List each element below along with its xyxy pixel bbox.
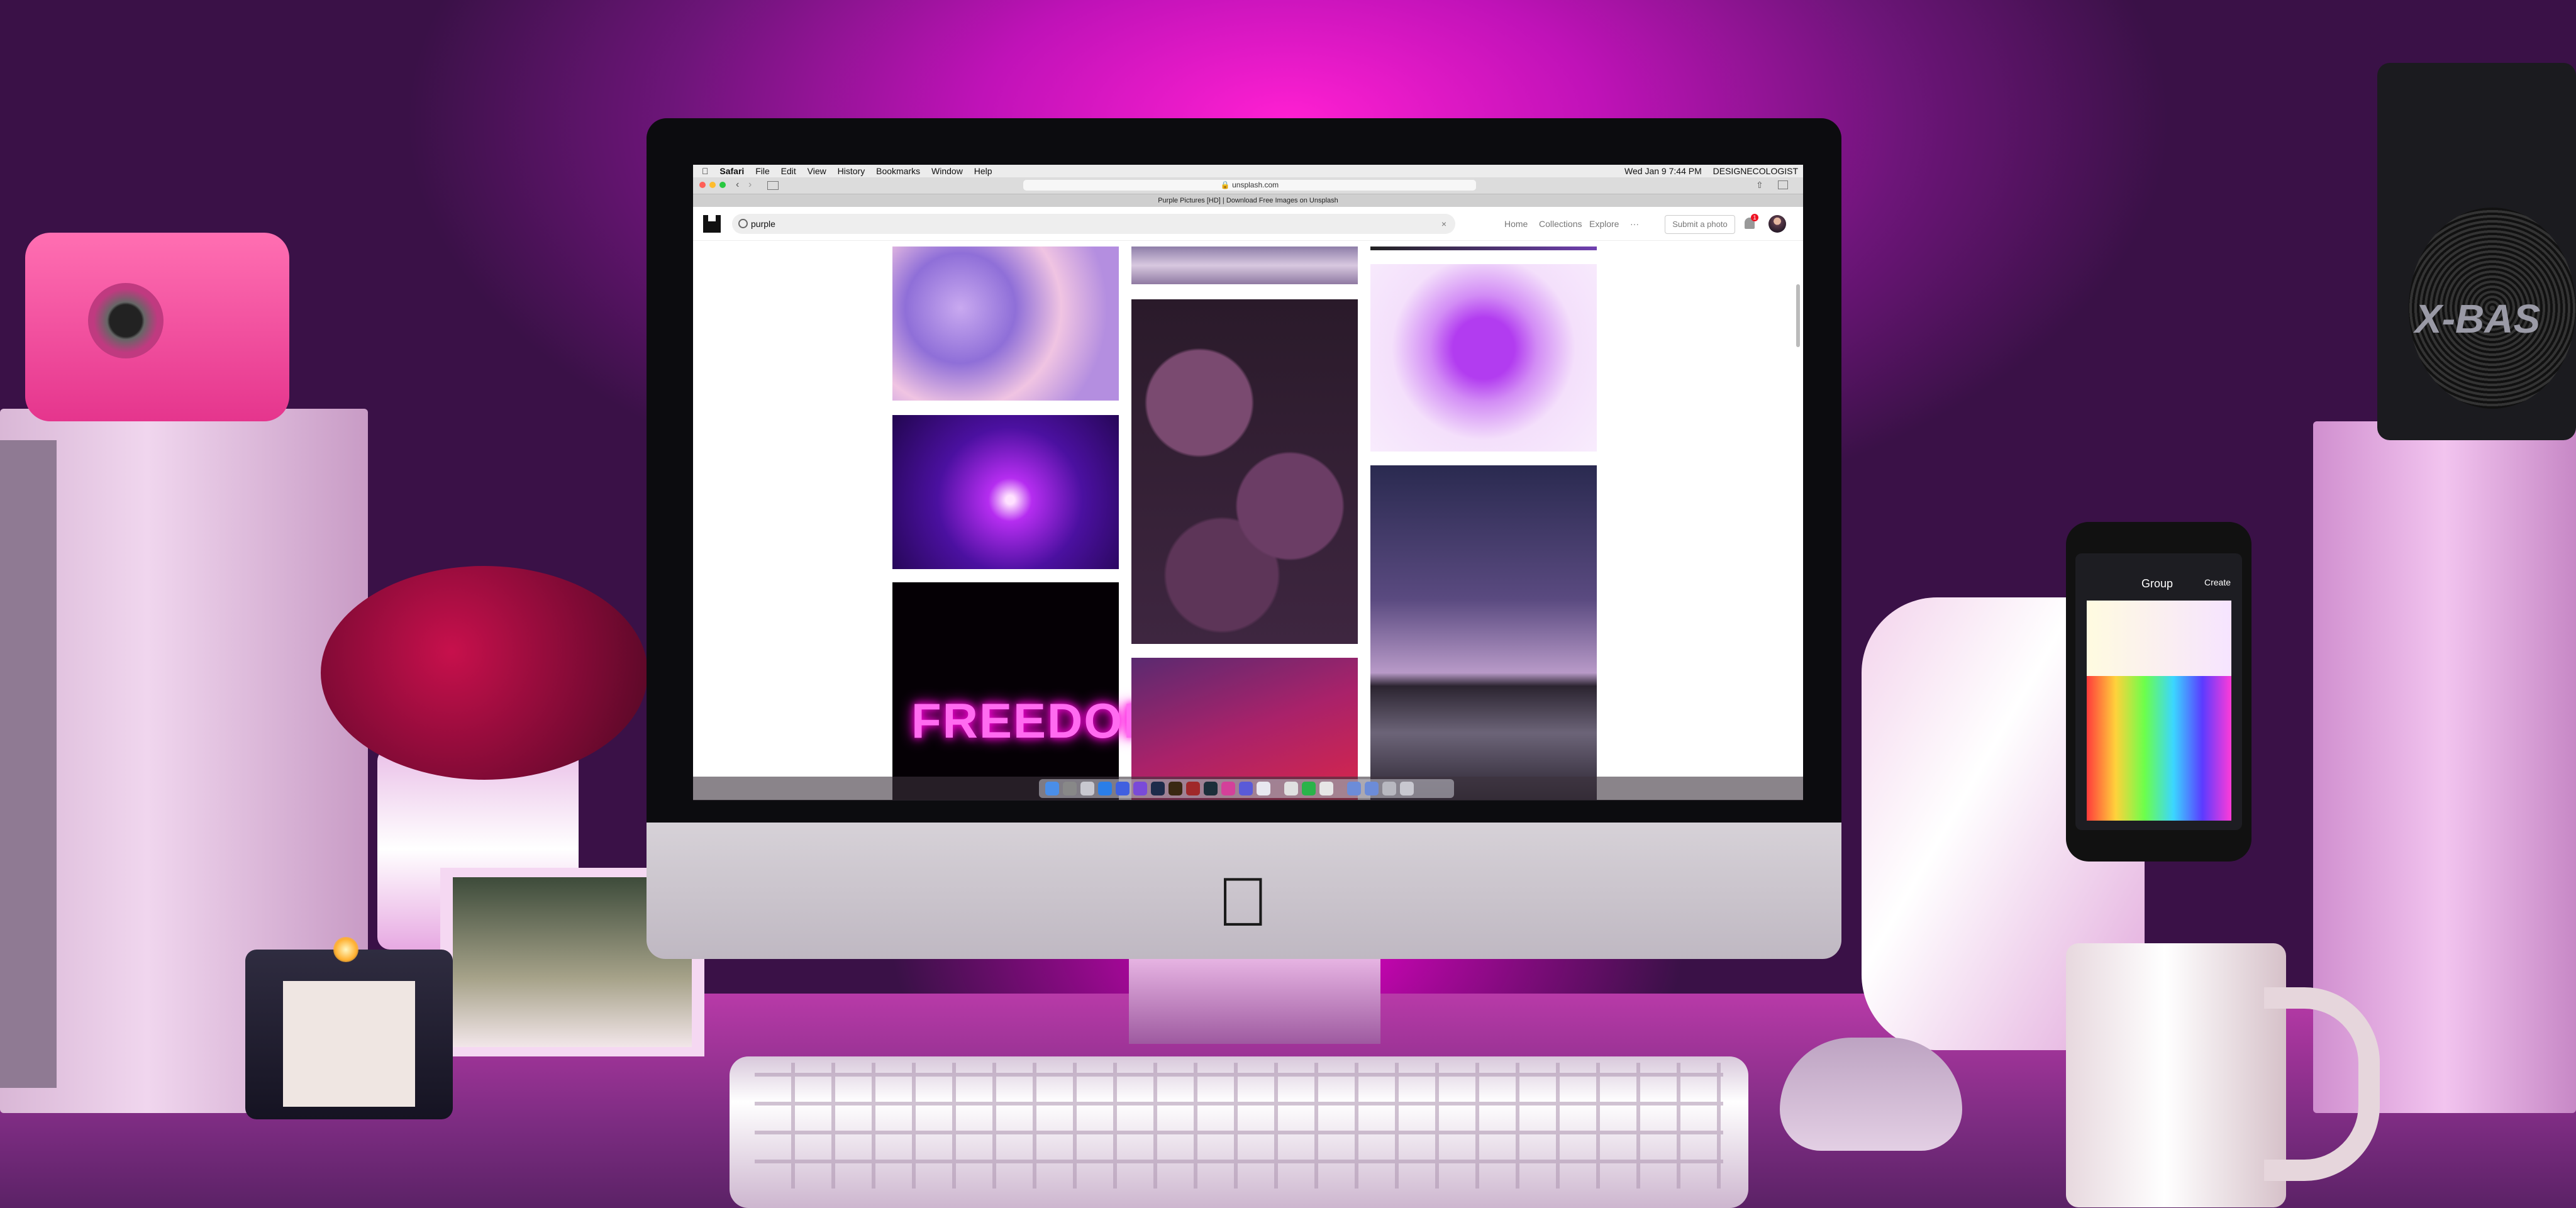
freedom-neon-text: FREEDOM bbox=[911, 693, 1165, 748]
minimize-window-button[interactable] bbox=[709, 182, 716, 188]
candle-flame bbox=[333, 937, 358, 962]
search-input[interactable]: purple bbox=[751, 214, 775, 234]
menu-status-area: Wed Jan 9 7:44 PM DESIGNECOLOGIST bbox=[1616, 165, 1798, 177]
share-icon[interactable]: ⇧ bbox=[1756, 180, 1763, 191]
menu-bookmarks[interactable]: Bookmarks bbox=[876, 165, 920, 177]
url-text: unsplash.com bbox=[1232, 180, 1279, 189]
dock bbox=[693, 777, 1803, 801]
scrollbar[interactable] bbox=[1796, 284, 1800, 347]
forward-icon[interactable]: › bbox=[748, 179, 752, 191]
system-preferences-icon[interactable] bbox=[1080, 782, 1094, 795]
photo-strip[interactable] bbox=[1370, 247, 1597, 250]
finder-icon[interactable] bbox=[1045, 782, 1059, 795]
menu-window[interactable]: Window bbox=[931, 165, 963, 177]
tab-title[interactable]: Purple Pictures [HD] | Download Free Ima… bbox=[1158, 197, 1338, 204]
address-bar[interactable]: 🔒 unsplash.com bbox=[1023, 180, 1476, 191]
search-icon bbox=[738, 219, 748, 228]
photo-purple-smoke[interactable] bbox=[1370, 264, 1597, 452]
photo-starry-lake[interactable] bbox=[1370, 465, 1597, 800]
nav-collections[interactable]: Collections bbox=[1539, 208, 1582, 240]
submit-photo-button[interactable]: Submit a photo bbox=[1665, 215, 1735, 234]
downloads-folder-icon[interactable] bbox=[1365, 782, 1379, 795]
tabs-icon[interactable] bbox=[1778, 180, 1788, 189]
notes-icon[interactable] bbox=[1284, 782, 1298, 795]
sidebar-icon[interactable] bbox=[767, 181, 779, 190]
menu-edit[interactable]: Edit bbox=[781, 165, 796, 177]
mug bbox=[2066, 943, 2286, 1207]
lock-icon: 🔒 bbox=[1220, 180, 1233, 189]
close-window-button[interactable] bbox=[699, 182, 706, 188]
menu-clock[interactable]: Wed Jan 9 7:44 PM bbox=[1624, 165, 1702, 177]
clear-icon[interactable]: × bbox=[1441, 214, 1446, 234]
folder-icon[interactable] bbox=[1347, 782, 1361, 795]
photo-crystals[interactable] bbox=[892, 247, 1119, 401]
photo-freedom-neon[interactable]: FREEDOM bbox=[892, 582, 1164, 800]
document-icon[interactable] bbox=[1319, 782, 1333, 795]
browser-toolbar: ‹ › 🔒 unsplash.com ⇧ bbox=[693, 177, 1803, 194]
imac-screen:  Safari File Edit View History Bookmark… bbox=[693, 165, 1803, 800]
candle-label bbox=[283, 981, 415, 1107]
menu-help[interactable]: Help bbox=[974, 165, 992, 177]
notification-badge: 1 bbox=[1751, 214, 1758, 221]
menu-file[interactable]: File bbox=[755, 165, 770, 177]
menu-user[interactable]: DESIGNECOLOGIST bbox=[1713, 165, 1798, 177]
phone-action: Create bbox=[2204, 577, 2231, 587]
apple-icon:  bbox=[1217, 868, 1269, 937]
speaker-brand: X-BAS bbox=[2415, 296, 2541, 341]
keyboard-keys bbox=[755, 1063, 1723, 1189]
lightroom-icon[interactable] bbox=[1204, 782, 1218, 795]
launchpad-icon[interactable] bbox=[1063, 782, 1077, 795]
app-icon[interactable] bbox=[1133, 782, 1147, 795]
music-icon[interactable] bbox=[1221, 782, 1235, 795]
trash-icon[interactable] bbox=[1400, 782, 1414, 795]
menu-app-name[interactable]: Safari bbox=[719, 165, 744, 177]
phone-color-picker-top bbox=[2087, 601, 2231, 676]
nav-explore[interactable]: Explore bbox=[1589, 208, 1619, 240]
avatar[interactable] bbox=[1768, 215, 1786, 233]
zoom-window-button[interactable] bbox=[719, 182, 726, 188]
phone-title: Group bbox=[2141, 577, 2174, 590]
search-bar[interactable]: purple × bbox=[732, 214, 1455, 234]
left-cabinet-drawer bbox=[0, 440, 57, 1088]
mug-handle bbox=[2264, 987, 2380, 1181]
photoshop-icon[interactable] bbox=[1151, 782, 1165, 795]
photo-purple-light[interactable] bbox=[892, 415, 1119, 569]
flowers bbox=[321, 566, 648, 780]
mouse bbox=[1780, 1038, 1962, 1151]
photo-clouds[interactable] bbox=[1131, 247, 1358, 284]
site-header: purple × Home Collections Explore ··· Su… bbox=[693, 208, 1803, 241]
stack-icon[interactable] bbox=[1382, 782, 1396, 795]
more-icon[interactable]: ··· bbox=[1630, 208, 1639, 240]
app-store-icon[interactable] bbox=[1116, 782, 1130, 795]
messages-icon[interactable] bbox=[1302, 782, 1316, 795]
safari-icon[interactable] bbox=[1098, 782, 1112, 795]
logo-cutout bbox=[708, 215, 716, 221]
tab-bar: Purple Pictures [HD] | Download Free Ima… bbox=[693, 194, 1803, 207]
acrobat-icon[interactable] bbox=[1186, 782, 1200, 795]
illustrator-icon[interactable] bbox=[1169, 782, 1182, 795]
cloud-icon[interactable] bbox=[1257, 782, 1270, 795]
menu-history[interactable]: History bbox=[838, 165, 865, 177]
menu-view[interactable]: View bbox=[808, 165, 826, 177]
imac-stand bbox=[1129, 956, 1380, 1044]
apple-menu-icon[interactable]:  bbox=[702, 165, 709, 177]
discord-icon[interactable] bbox=[1239, 782, 1253, 795]
photo-leaves[interactable] bbox=[1131, 299, 1358, 644]
nav-home[interactable]: Home bbox=[1504, 208, 1528, 240]
menu-bar:  Safari File Edit View History Bookmark… bbox=[693, 165, 1803, 177]
back-icon[interactable]: ‹ bbox=[736, 179, 739, 191]
camera-lens bbox=[88, 283, 164, 358]
